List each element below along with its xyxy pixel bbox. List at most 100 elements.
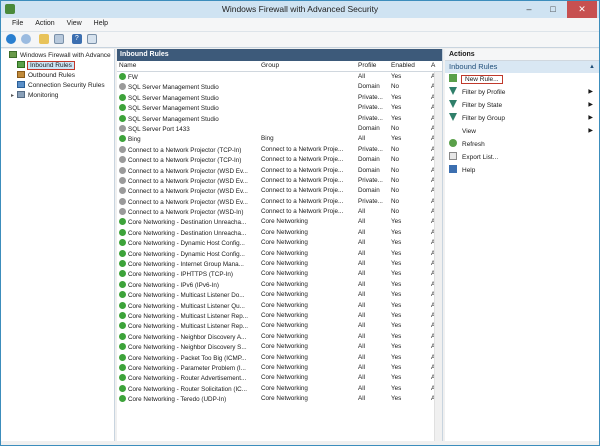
refresh-icon (449, 139, 457, 147)
rule-name-cell: SQL Server Management Studio (119, 114, 257, 123)
table-row[interactable]: Core Networking - Dynamic Host Config...… (117, 249, 442, 259)
actions-section-header[interactable]: Inbound Rules ▲ (445, 61, 599, 73)
rule-group-cell: Core Networking (261, 291, 308, 299)
enabled-check-icon (119, 218, 126, 226)
table-row[interactable]: Core Networking - Router Solicitation (I… (117, 384, 442, 394)
rule-enabled-cell: Yes (391, 280, 402, 288)
table-row[interactable]: Connect to a Network Projector (TCP-In) C… (117, 155, 442, 165)
tree-item[interactable]: Connection Security Rules (1, 81, 114, 91)
column-enabled[interactable]: Enabled (391, 62, 431, 69)
rule-name-text: Core Networking - Packet Too Big (ICMP..… (128, 354, 247, 362)
rule-enabled-cell: Yes (391, 135, 402, 143)
table-row[interactable]: SQL Server Management Studio Private... Ye… (117, 114, 442, 124)
table-row[interactable]: Core Networking - Internet Group Mana...… (117, 259, 442, 269)
monitoring-icon (17, 91, 25, 98)
table-row[interactable]: Core Networking - Neighbor Discovery A..… (117, 332, 442, 342)
enabled-check-icon (119, 301, 126, 309)
table-row[interactable]: Core Networking - Dynamic Host Config...… (117, 238, 442, 248)
vertical-scrollbar[interactable] (434, 72, 442, 441)
back-arrow-icon[interactable] (6, 34, 16, 44)
forward-arrow-icon[interactable] (20, 34, 31, 44)
rule-enabled-cell: No (391, 176, 400, 184)
table-row[interactable]: Core Networking - Multicast Listener Do.… (117, 290, 442, 300)
table-row[interactable]: Core Networking - Packet Too Big (ICMP..… (117, 353, 442, 363)
menu-action[interactable]: Action (30, 18, 59, 29)
rule-enabled-cell: No (391, 83, 400, 91)
rule-group-cell: Bing (261, 135, 274, 143)
submenu-arrow-icon: ▶ (588, 115, 593, 121)
rule-name-text: Connect to a Network Projector (WSD Ev..… (128, 167, 248, 175)
actions-pane: Actions Inbound Rules ▲ New Rule... Filte… (445, 49, 599, 441)
collapse-caret-icon[interactable]: ▲ (589, 61, 595, 73)
tree-item[interactable]: Windows Firewall with Advance (1, 51, 114, 61)
table-row[interactable]: Connect to a Network Projector (TCP-In) C… (117, 145, 442, 155)
rule-name-text: Core Networking - Destination Unreacha..… (128, 229, 247, 237)
table-row[interactable]: Core Networking - Multicast Listener Qu.… (117, 301, 442, 311)
table-row[interactable]: Core Networking - Multicast Listener Rep… (117, 311, 442, 321)
action-item[interactable]: Filter by Group ▶ (445, 112, 599, 125)
action-item[interactable]: Refresh (445, 138, 599, 151)
rule-profile-cell: All (358, 332, 365, 340)
table-row[interactable]: Connect to a Network Projector (WSD Ev..… (117, 166, 442, 176)
rule-name-cell: FW (119, 73, 257, 81)
tree-item[interactable]: Inbound Rules (1, 61, 114, 71)
show-hide-pane-icon[interactable] (86, 34, 97, 44)
column-action[interactable]: A (431, 62, 441, 69)
table-row[interactable]: SQL Server Management Studio Private... Ye… (117, 93, 442, 103)
table-row[interactable]: Core Networking - IPv6 (IPv6-In) Core Net… (117, 280, 442, 290)
properties-icon[interactable] (53, 34, 64, 44)
help-icon[interactable]: ? (71, 34, 82, 44)
toolbar: ? (1, 32, 599, 48)
table-row[interactable]: SQL Server Management Studio Private... Ye… (117, 103, 442, 113)
rules-table: FWAllYesASQL Server Management StudioDom… (117, 72, 442, 405)
rule-name-cell: Core Networking - Neighbor Discovery S..… (119, 343, 257, 351)
table-row[interactable]: SQL Server Management StudioDomainNoA (117, 82, 442, 92)
action-item[interactable]: Filter by Profile ▶ (445, 86, 599, 99)
table-row[interactable]: BingBingAllYesA (117, 134, 442, 144)
table-row[interactable]: Core Networking - Destination Unreacha..… (117, 217, 442, 227)
action-item[interactable]: Help (445, 164, 599, 177)
close-button[interactable]: ✕ (567, 1, 597, 18)
table-row[interactable]: Core Networking - Parameter Problem (I..… (117, 363, 442, 373)
minimize-button[interactable]: – (517, 1, 541, 18)
column-name[interactable]: Name (119, 62, 257, 69)
table-row[interactable]: Core Networking - Neighbor Discovery S..… (117, 342, 442, 352)
tree-item[interactable]: Outbound Rules (1, 71, 114, 81)
rule-profile-cell: All (358, 353, 365, 361)
rule-name-cell: Core Networking - Destination Unreacha..… (119, 218, 257, 226)
disabled-rule-icon (119, 197, 126, 205)
table-row[interactable]: Connect to a Network Projector (WSD Ev..… (117, 186, 442, 196)
enabled-check-icon (119, 343, 126, 351)
action-item-label: Export List... (462, 154, 499, 161)
action-item[interactable]: Export List... (445, 151, 599, 164)
menu-help[interactable]: Help (89, 18, 113, 29)
table-row[interactable]: Connect to a Network Projector (WSD Ev..… (117, 176, 442, 186)
maximize-button[interactable]: □ (541, 1, 565, 18)
rule-profile-cell: Domain (358, 156, 380, 164)
menu-file[interactable]: File (7, 18, 28, 29)
rule-name-cell: Core Networking - Parameter Problem (I..… (119, 363, 257, 372)
action-item[interactable]: New Rule... (445, 73, 599, 86)
outbound-rule-icon (17, 71, 25, 78)
table-row[interactable]: Core Networking - Teredo (UDP-In) Core Ne… (117, 394, 442, 404)
menu-view[interactable]: View (62, 18, 87, 29)
table-row[interactable]: Connect to a Network Projector (WSD Ev..… (117, 197, 442, 207)
rule-name-text: Connect to a Network Projector (WSD Ev..… (128, 188, 248, 196)
rule-name-text: SQL Server Management Studio (128, 105, 219, 113)
rule-enabled-cell: Yes (391, 218, 402, 226)
tree-item[interactable]: ▸ Monitoring (1, 91, 114, 101)
table-row[interactable]: FWAllYesA (117, 72, 442, 82)
action-item[interactable]: View ▶ (445, 125, 599, 138)
table-row[interactable]: SQL Server Port 1433DomainNoA (117, 124, 442, 134)
table-row[interactable]: Core Networking - Destination Unreacha..… (117, 228, 442, 238)
table-row[interactable]: Core Networking - Multicast Listener Rep… (117, 321, 442, 331)
column-profile[interactable]: Profile (358, 62, 391, 69)
table-row[interactable]: Core Networking - Router Advertisement..… (117, 373, 442, 383)
table-row[interactable]: Connect to a Network Projector (WSD-In) C… (117, 207, 442, 217)
table-row[interactable]: Core Networking - IPHTTPS (TCP-In) Core N… (117, 269, 442, 279)
rule-enabled-cell: Yes (391, 363, 402, 371)
rule-group-cell: Core Networking (261, 311, 308, 319)
up-folder-icon[interactable] (38, 34, 49, 44)
action-item[interactable]: Filter by State ▶ (445, 99, 599, 112)
column-group[interactable]: Group (261, 62, 357, 69)
